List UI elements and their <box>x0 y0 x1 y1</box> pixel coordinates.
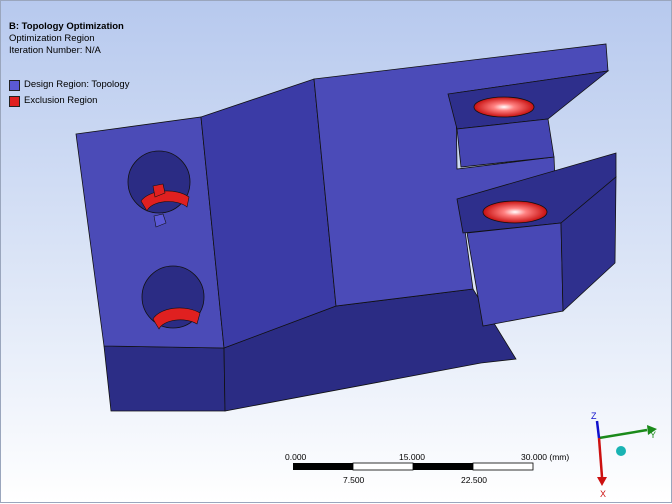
axis-label-z: Z <box>591 411 597 421</box>
left-hole-lower <box>141 265 205 330</box>
scale-bar: 0.000 15.000 30.000 (mm) 7.500 22.500 <box>285 452 569 485</box>
exclusion-hole-upper-ear <box>473 96 535 118</box>
coordinate-triad[interactable]: Z Y X <box>591 411 657 499</box>
scale-label-7-5: 7.500 <box>343 475 365 485</box>
exclusion-hole-lower-ear <box>482 200 548 224</box>
axis-label-x: X <box>600 489 606 499</box>
lower-ear-side <box>466 222 564 327</box>
scale-label-0: 0.000 <box>285 452 307 462</box>
axis-label-y: Y <box>650 430 656 440</box>
part-bottom-face-left <box>103 345 226 412</box>
scale-label-30: 30.000 (mm) <box>521 452 569 462</box>
left-hole-upper <box>127 150 191 214</box>
part-slope-face <box>200 78 337 349</box>
scale-label-15: 15.000 <box>399 452 425 462</box>
scale-label-22-5: 22.500 <box>461 475 487 485</box>
graphics-viewport[interactable]: B: Topology Optimization Optimization Re… <box>0 0 672 503</box>
model-geometry[interactable]: Z Y X 0.000 15.000 30.000 (mm) 7.500 22.… <box>1 1 672 504</box>
